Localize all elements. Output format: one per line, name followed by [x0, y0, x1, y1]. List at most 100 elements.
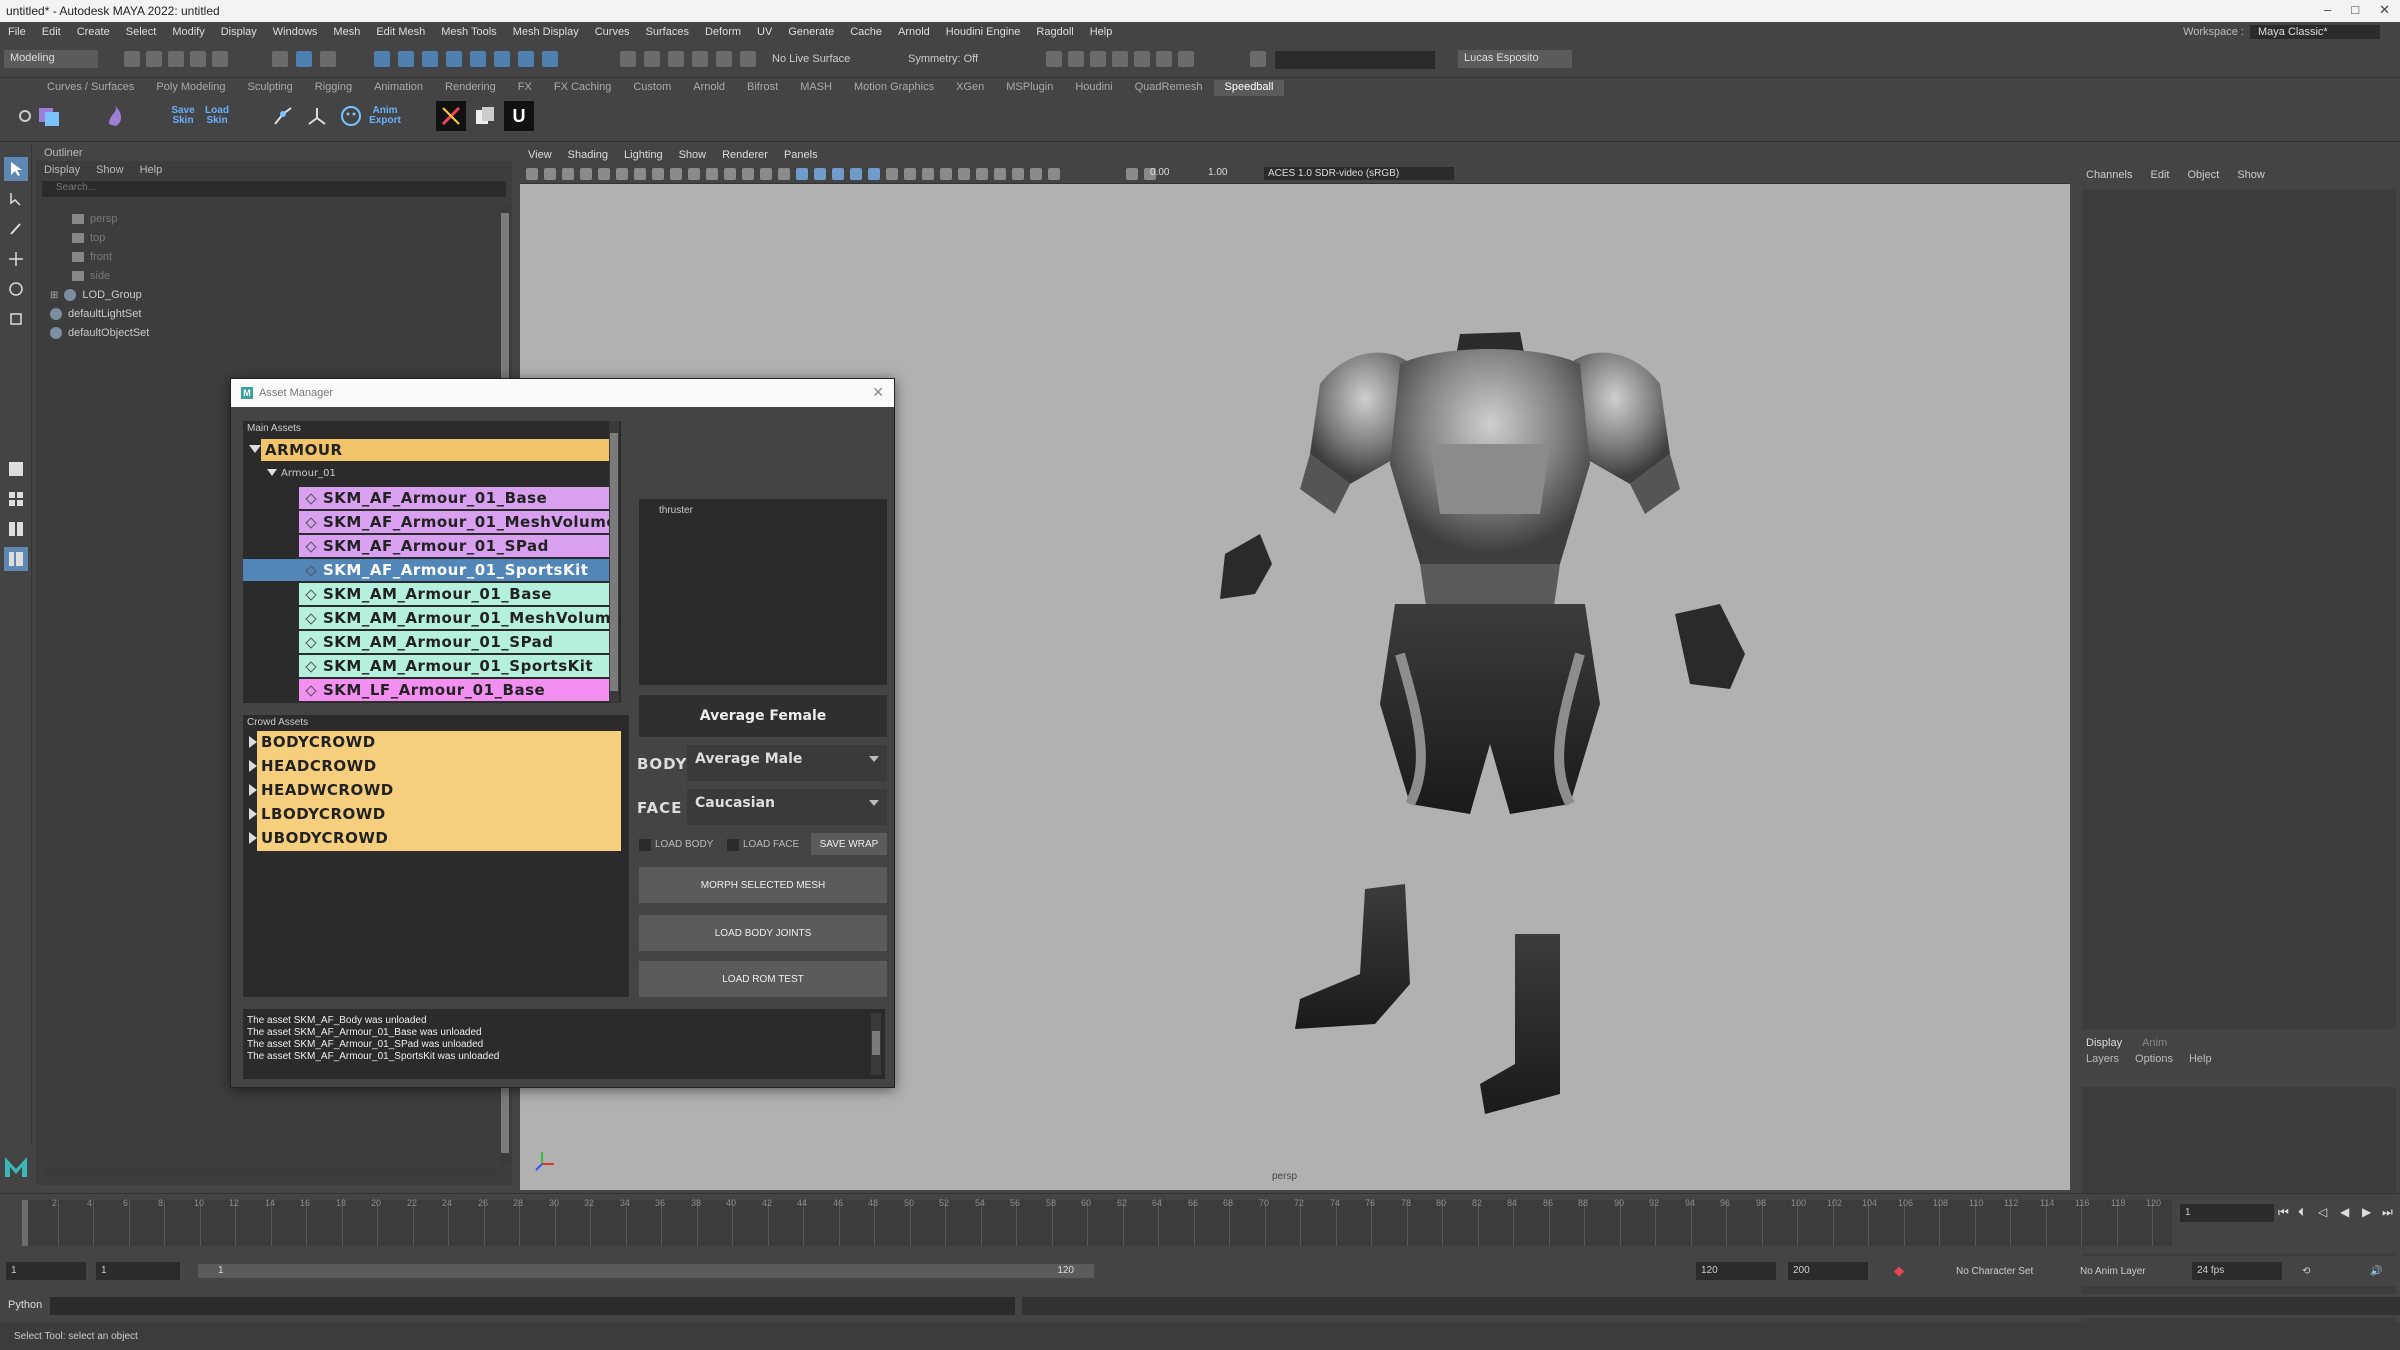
character-set-dropdown[interactable]: No Character Set	[1956, 1266, 2033, 1277]
menu-display[interactable]: Display	[213, 26, 265, 38]
load-rom-test-button[interactable]: LOAD ROM TEST	[639, 961, 887, 997]
crowd-item[interactable]: LBODYCROWD	[261, 803, 601, 825]
unity-icon[interactable]: U	[504, 101, 534, 131]
menu-select[interactable]: Select	[118, 26, 165, 38]
range-bar[interactable]: 1 120	[198, 1264, 1094, 1278]
menu-file[interactable]: File	[0, 26, 34, 38]
menu-curves[interactable]: Curves	[587, 26, 638, 38]
gate-mask-icon[interactable]	[706, 168, 718, 180]
redo-icon[interactable]	[212, 51, 228, 67]
user-dropdown[interactable]: Lucas Esposito	[1458, 50, 1572, 68]
loop-icon[interactable]: ⟲	[2302, 1266, 2310, 1277]
menu-help[interactable]: Help	[1082, 26, 1121, 38]
menu-edit-mesh[interactable]: Edit Mesh	[368, 26, 433, 38]
smooth-shade-icon[interactable]	[796, 168, 808, 180]
exposure-icon[interactable]	[1048, 168, 1060, 180]
copy-tool-icon[interactable]	[470, 101, 500, 131]
xray-icon[interactable]	[994, 168, 1006, 180]
shelf-tab-custom[interactable]: Custom	[622, 80, 682, 96]
fps-dropdown[interactable]: 24 fps	[2192, 1262, 2282, 1280]
shelf-tab-quadremesh[interactable]: QuadRemesh	[1124, 80, 1214, 96]
outliner-item[interactable]: top	[72, 232, 105, 244]
safe-action-icon[interactable]	[742, 168, 754, 180]
scene-start-field[interactable]: 1	[6, 1262, 86, 1280]
camera-attributes-icon[interactable]	[562, 168, 574, 180]
auto-key-icon[interactable]: ◆	[1894, 1263, 1908, 1278]
single-perspective-layout-icon[interactable]	[4, 457, 28, 481]
construction-history-icon[interactable]	[620, 51, 636, 67]
snap-curve-icon[interactable]	[398, 51, 414, 67]
outliner-layout-icon[interactable]	[4, 547, 28, 571]
crowd-item[interactable]: HEADCROWD	[261, 755, 601, 777]
ipr-icon[interactable]	[1090, 51, 1106, 67]
depth-of-field-icon[interactable]	[958, 168, 970, 180]
group-armour01[interactable]: Armour_01	[281, 463, 336, 485]
snap-together-icon[interactable]	[692, 51, 708, 67]
anim-export-button[interactable]: Anim Export	[369, 101, 401, 131]
close-button[interactable]: ✕	[2379, 2, 2390, 18]
crowd-expand-icon[interactable]	[249, 832, 257, 844]
shelf-tab-bifrost[interactable]: Bifrost	[736, 80, 789, 96]
grid-icon[interactable]	[652, 168, 664, 180]
shelf-tab-mash[interactable]: MASH	[789, 80, 843, 96]
asset-item[interactable]: SKM_AF_Armour_01_SportsKit	[243, 559, 609, 581]
menu-mesh-tools[interactable]: Mesh Tools	[433, 26, 504, 38]
viewport-menu-show[interactable]: Show	[679, 149, 707, 163]
minimize-button[interactable]: –	[2324, 2, 2331, 18]
ipr-render-icon[interactable]	[542, 51, 558, 67]
menu-cache[interactable]: Cache	[842, 26, 890, 38]
outliner-item[interactable]: front	[72, 251, 112, 263]
scale-tool-icon[interactable]	[4, 307, 28, 331]
asset-item[interactable]: SKM_AM_Armour_01_Base	[299, 583, 609, 605]
menu-deform[interactable]: Deform	[697, 26, 749, 38]
textured-icon[interactable]	[850, 168, 862, 180]
sound-icon[interactable]: 🔊	[2370, 1266, 2382, 1277]
wireframe-on-shaded-icon[interactable]	[832, 168, 844, 180]
crowd-item[interactable]: UBODYCROWD	[261, 827, 601, 849]
render-settings-icon[interactable]	[1112, 51, 1128, 67]
shelf-tab-motion-graphics[interactable]: Motion Graphics	[843, 80, 945, 96]
field-chart-icon[interactable]	[724, 168, 736, 180]
outliner-item[interactable]: side	[72, 270, 110, 282]
go-to-start-icon[interactable]: ⏮	[2278, 1205, 2289, 1220]
load-body-checkbox[interactable]	[639, 839, 651, 851]
channels-menu-channels[interactable]: Channels	[2086, 169, 2132, 181]
ik-handle-icon[interactable]	[302, 101, 332, 131]
channels-menu-edit[interactable]: Edit	[2150, 169, 2169, 181]
menu-mesh-display[interactable]: Mesh Display	[505, 26, 587, 38]
shelf-tab-fx[interactable]: FX	[507, 80, 543, 96]
render-frame-icon[interactable]	[1068, 51, 1084, 67]
menu-mesh[interactable]: Mesh	[325, 26, 368, 38]
save-wrap-button[interactable]: SAVE WRAP	[811, 833, 887, 855]
current-time-indicator[interactable]	[22, 1200, 28, 1246]
save-scene-icon[interactable]	[168, 51, 184, 67]
exposure-field[interactable]: 0.00	[1150, 167, 1169, 178]
viewport-menu-renderer[interactable]: Renderer	[722, 149, 768, 163]
shelf-tab-xgen[interactable]: XGen	[945, 80, 995, 96]
skin-tool-icon[interactable]	[100, 101, 130, 131]
step-back-key-icon[interactable]: ⏴	[2298, 1205, 2304, 1220]
outliner-item[interactable]: defaultObjectSet	[50, 327, 149, 339]
load-body-joints-button[interactable]: LOAD BODY JOINTS	[639, 915, 887, 951]
snap-point-icon[interactable]	[422, 51, 438, 67]
morph-selected-mesh-button[interactable]: MORPH SELECTED MESH	[639, 867, 887, 903]
use-all-lights-icon[interactable]	[868, 168, 880, 180]
hypershade-icon[interactable]	[716, 51, 732, 67]
layer-menu-help[interactable]: Help	[2189, 1053, 2212, 1065]
select-camera-icon[interactable]	[526, 168, 538, 180]
asset-item[interactable]: SKM_LF_Armour_01_Base	[299, 679, 609, 701]
asset-item[interactable]: SKM_AM_Armour_01_SportsKit	[299, 655, 609, 677]
open-scene-icon[interactable]	[146, 51, 162, 67]
log-scrollbar[interactable]	[871, 1013, 881, 1075]
new-scene-icon[interactable]	[124, 51, 140, 67]
expand-icon[interactable]: ⊞	[50, 290, 58, 301]
isolate-select-icon[interactable]	[976, 168, 988, 180]
gamma-field[interactable]: 1.00	[1208, 167, 1227, 178]
shelf-tab-sculpting[interactable]: Sculpting	[237, 80, 304, 96]
two-view-layout-icon[interactable]	[4, 517, 28, 541]
shelf-tab-curves-surfaces[interactable]: Curves / Surfaces	[36, 80, 145, 96]
save-skin-button[interactable]: Save Skin	[168, 101, 198, 131]
default-material-icon[interactable]	[814, 168, 826, 180]
wireframe-icon[interactable]	[778, 168, 790, 180]
menu-houdini-engine[interactable]: Houdini Engine	[938, 26, 1029, 38]
